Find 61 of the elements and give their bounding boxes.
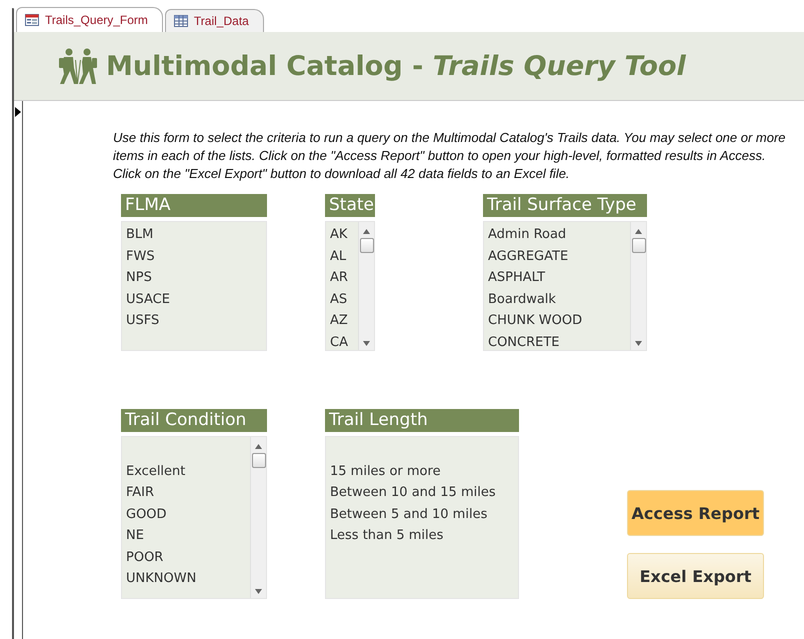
table-icon	[174, 15, 188, 27]
list-item[interactable]: AS	[330, 288, 354, 310]
scroll-down-icon[interactable]	[634, 340, 643, 347]
list-header: FLMA	[121, 194, 267, 217]
record-selector-icon	[14, 107, 22, 117]
scroll-thumb[interactable]	[360, 238, 374, 253]
list-item[interactable]: UNKNOWN	[126, 568, 246, 590]
scrollbar[interactable]	[630, 222, 646, 350]
list-item[interactable]: AR	[330, 267, 354, 288]
list-item[interactable]: USFS	[126, 310, 262, 332]
list-box[interactable]: Excellent FAIR GOOD NE POOR UNKNOWN	[121, 436, 267, 599]
scroll-thumb[interactable]	[252, 453, 266, 468]
scroll-up-icon[interactable]	[254, 443, 263, 450]
tab-label: Trails_Query_Form	[45, 13, 148, 27]
list-item[interactable]: Admin Road	[488, 224, 626, 246]
scroll-up-icon[interactable]	[362, 228, 371, 235]
excel-export-button[interactable]: Excel Export	[627, 553, 764, 599]
list-box[interactable]: 15 miles or more Between 10 and 15 miles Between 5 and 10 miles Less than 5 miles	[325, 436, 519, 599]
list-item[interactable]: Between 5 and 10 miles	[330, 504, 514, 525]
list-item[interactable]: AZ	[330, 310, 354, 332]
list-item[interactable]: CHUNK WOOD	[488, 310, 626, 332]
list-item[interactable]: FWS	[126, 246, 262, 267]
list-item[interactable]: BLM	[126, 224, 262, 246]
list-header: Trail Condition	[121, 409, 267, 432]
list-item[interactable]: NPS	[126, 267, 262, 288]
list-item[interactable]: CONCRETE	[488, 332, 626, 350]
list-item[interactable]: AL	[330, 246, 354, 267]
tab[interactable]: Trails_Query_Form	[16, 7, 163, 32]
list-item[interactable]: Boardwalk	[488, 288, 626, 310]
list-header: Trail Surface Type	[483, 194, 647, 217]
list-header: Trail Length	[325, 409, 519, 432]
app-title: Multimodal Catalog - Trails Query Tool	[106, 50, 686, 82]
list-item[interactable]: POOR	[126, 546, 246, 568]
list-item[interactable]: ASPHALT	[488, 267, 626, 288]
scroll-thumb[interactable]	[632, 238, 646, 253]
scrollbar[interactable]	[250, 437, 266, 598]
hikers-icon	[56, 47, 100, 85]
form-icon	[25, 14, 39, 26]
list-item[interactable]: USACE	[126, 288, 262, 310]
tab-label: Trail_Data	[194, 14, 249, 28]
scrollbar[interactable]	[358, 222, 374, 350]
list-item[interactable]: NE	[126, 525, 246, 546]
list-box[interactable]: AK AL AR AS AZ CA	[325, 221, 375, 351]
list-item[interactable]: AK	[330, 224, 354, 246]
list-item[interactable]: Excellent	[126, 460, 246, 482]
list-item[interactable]: 15 miles or more	[330, 460, 514, 482]
access-report-button[interactable]: Access Report	[627, 490, 764, 536]
scroll-up-icon[interactable]	[634, 228, 643, 235]
list-item[interactable]: FAIR	[126, 482, 246, 504]
list-box[interactable]: Admin Road AGGREGATE ASPHALT Boardwalk CHUNK WOOD CONCRETE	[483, 221, 647, 351]
list-item[interactable]: CA	[330, 332, 354, 350]
list-box[interactable]: BLM FWS NPS USACE USFS	[121, 221, 267, 351]
scroll-down-icon[interactable]	[254, 588, 263, 595]
list-item[interactable]: Between 10 and 15 miles	[330, 482, 514, 504]
list-item[interactable]: Less than 5 miles	[330, 525, 514, 546]
list-item[interactable]: AGGREGATE	[488, 246, 626, 267]
list-item[interactable]: GOOD	[126, 504, 246, 525]
scroll-down-icon[interactable]	[362, 340, 371, 347]
list-header: State	[325, 194, 375, 217]
instructions-text: Use this form to select the criteria to run a query on the Multimodal Catalog's Trails data. You may select one or more items in each of the lists. Click on the "Access Report" button to open your high-level, formatted results in Access. Click on the "Excel Export" button to download all 42 data fields to an Excel file.	[113, 129, 787, 183]
tab[interactable]: Trail_Data	[164, 9, 264, 32]
